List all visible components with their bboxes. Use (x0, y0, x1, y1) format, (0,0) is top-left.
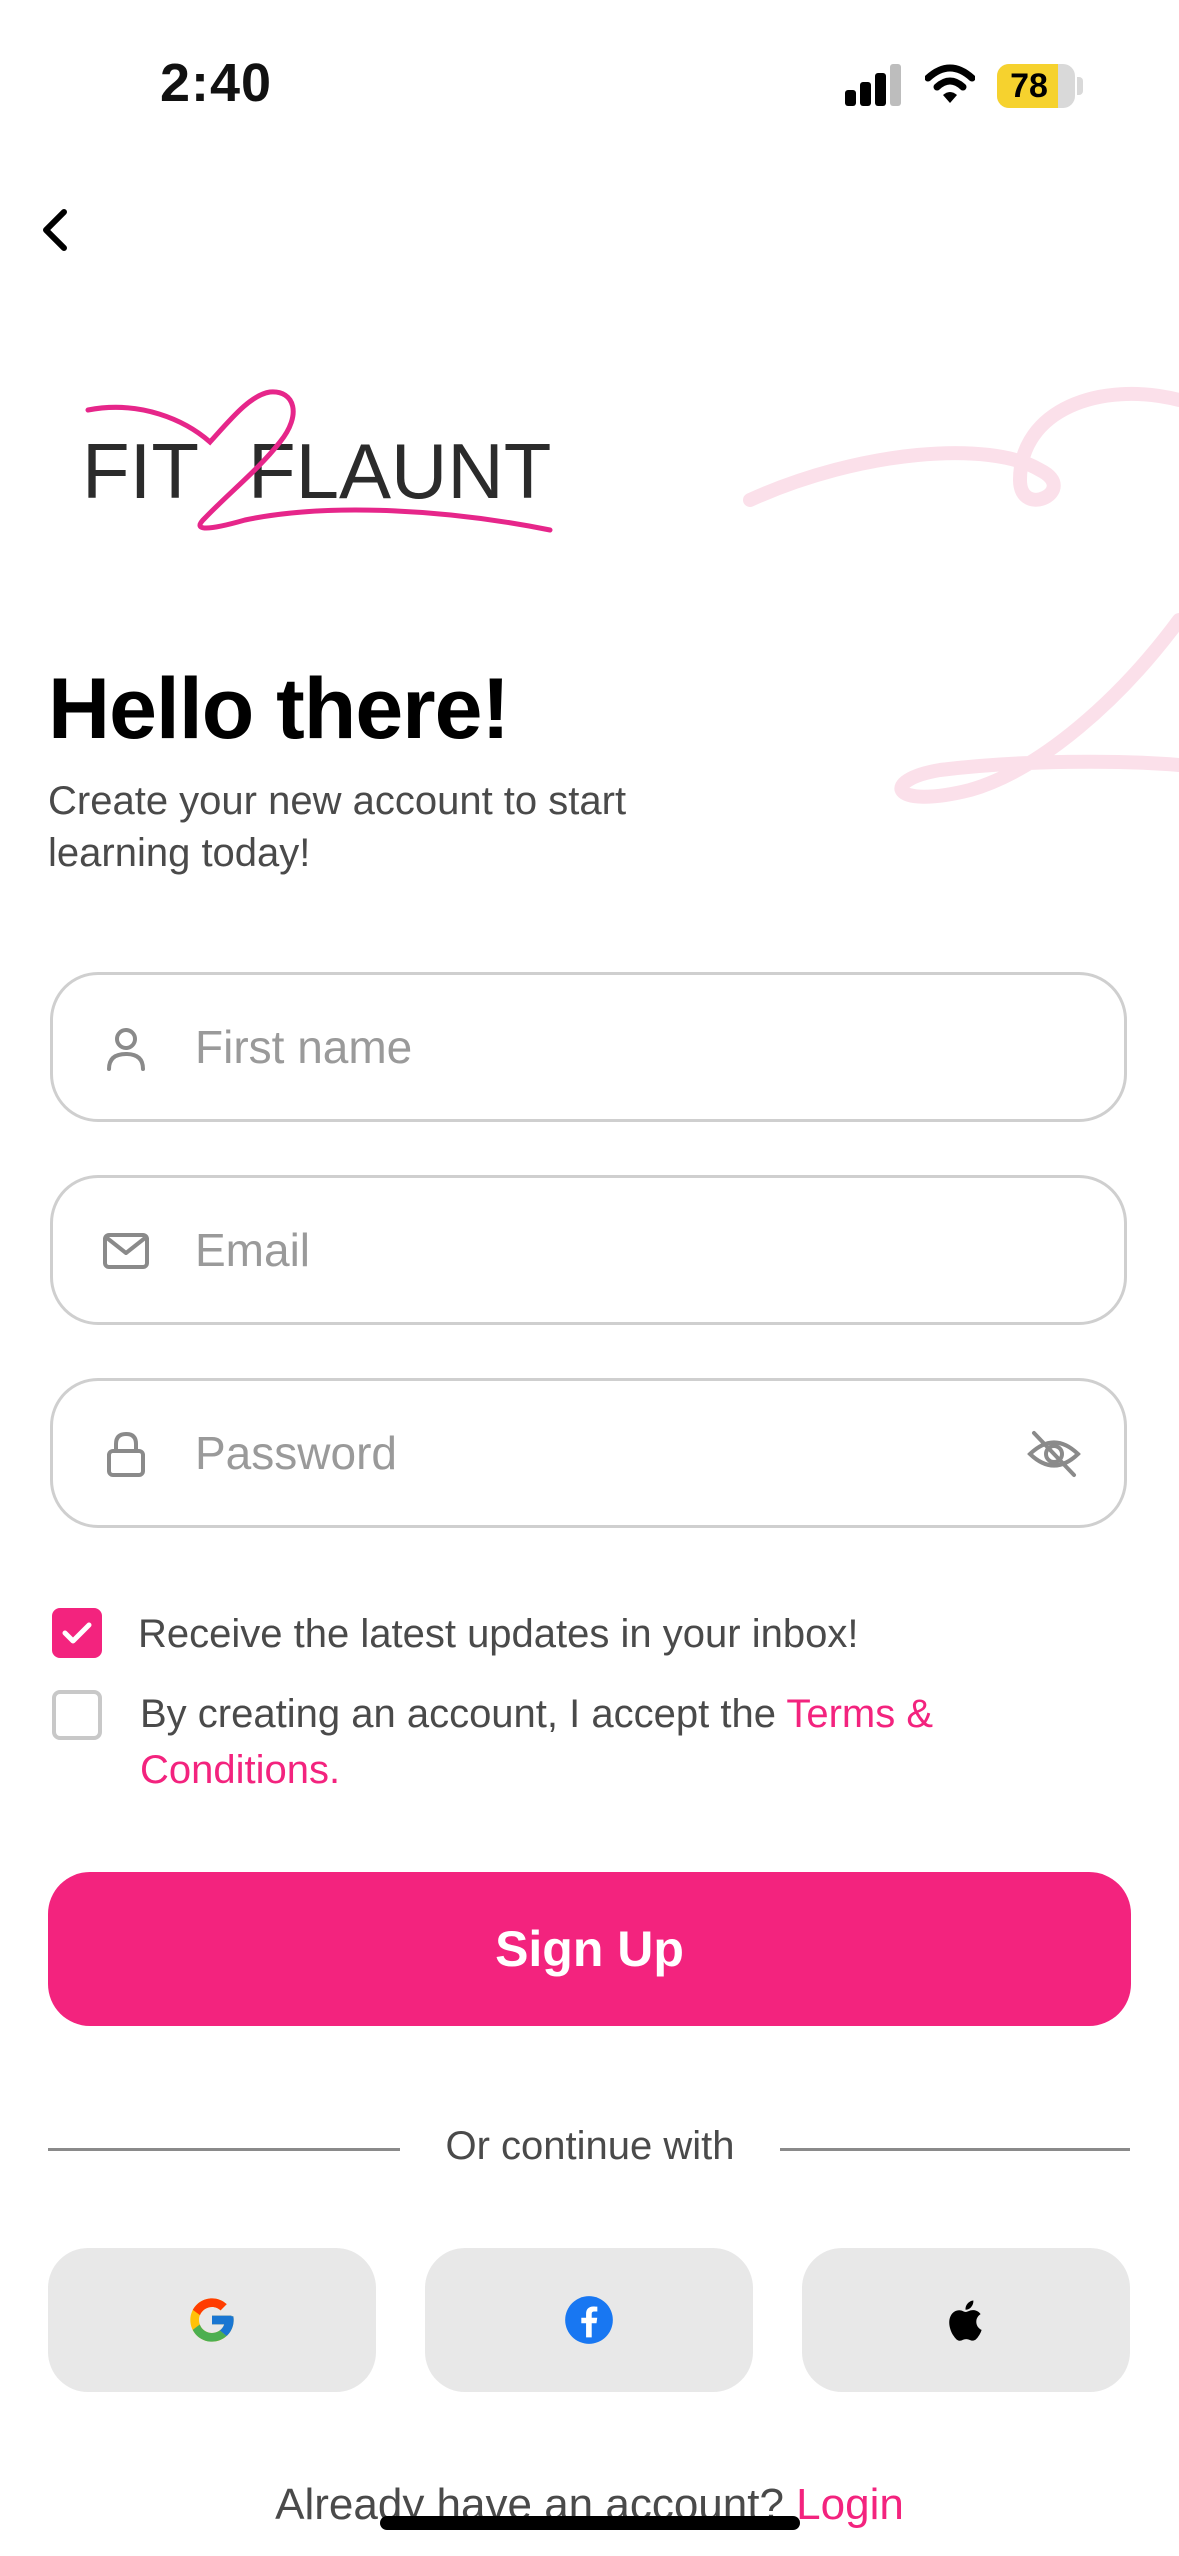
facebook-icon (565, 2296, 613, 2344)
divider-label: Or continue with (445, 2124, 735, 2168)
user-icon (107, 1028, 145, 1071)
updates-checkbox[interactable] (52, 1608, 102, 1658)
battery-level: 78 (1010, 67, 1048, 105)
wifi-icon (925, 64, 975, 103)
terms-label: By creating an account, I accept the Ter… (140, 1686, 1040, 1798)
google-sign-in-button[interactable] (48, 2248, 376, 2392)
logo-text-flaunt: FLAUNT (248, 427, 551, 515)
email-field[interactable]: Email (50, 1175, 1127, 1325)
divider-left (48, 2148, 400, 2151)
back-chevron-icon[interactable] (30, 200, 80, 260)
mail-icon (103, 1233, 149, 1269)
page-subtitle: Create your new account to start learnin… (48, 779, 627, 875)
cellular-signal-icon (845, 64, 903, 106)
updates-label: Receive the latest updates in your inbox… (138, 1612, 859, 1656)
google-icon (190, 2298, 234, 2342)
password-placeholder: Password (195, 1427, 397, 1479)
fit2flaunt-logo: FIT FLAUNT (70, 380, 590, 540)
apple-icon (949, 2300, 982, 2341)
divider-right (780, 2148, 1130, 2151)
first-name-field[interactable]: First name (50, 972, 1127, 1122)
email-placeholder: Email (195, 1224, 311, 1276)
logo-text-fit: FIT (82, 427, 199, 515)
facebook-sign-in-button[interactable] (425, 2248, 753, 2392)
password-field[interactable]: Password (50, 1378, 1127, 1528)
decorative-heart-swirl (743, 386, 1179, 804)
home-indicator (380, 2516, 800, 2530)
terms-prefix: By creating an account, I accept the (140, 1692, 787, 1736)
sign-up-button[interactable]: Sign Up (48, 1872, 1131, 2026)
apple-sign-in-button[interactable] (802, 2248, 1130, 2392)
battery-cap (1077, 77, 1083, 95)
lock-icon (107, 1431, 145, 1477)
terms-checkbox[interactable] (52, 1690, 102, 1740)
login-link[interactable]: Login (796, 2480, 904, 2529)
eye-off-icon[interactable] (1026, 1429, 1082, 1479)
page-title: Hello there! (48, 661, 510, 757)
checkmark-icon (62, 1622, 92, 1644)
first-name-placeholder: First name (195, 1021, 413, 1073)
battery-indicator: 78 (997, 64, 1075, 108)
status-time: 2:40 (160, 53, 273, 113)
